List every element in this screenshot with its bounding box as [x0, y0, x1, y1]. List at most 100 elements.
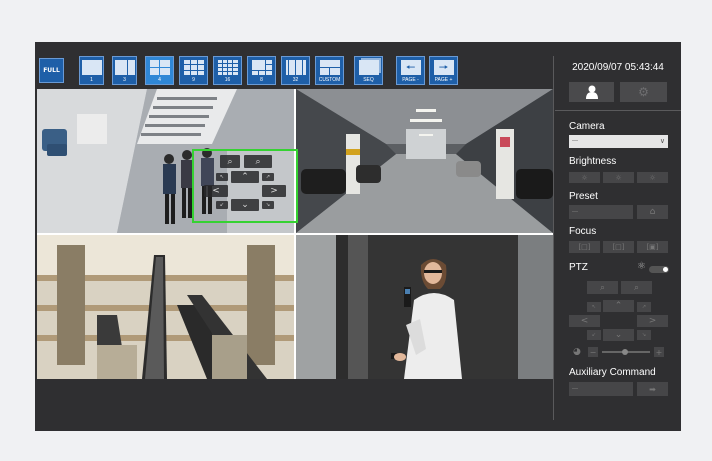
preset-field[interactable]: --- — [569, 205, 633, 219]
sequence-button[interactable]: SEQ — [354, 56, 383, 85]
focus-near-button[interactable]: [□] — [569, 241, 600, 253]
ptz-up-right-button[interactable]: ↗ — [637, 302, 651, 312]
layout-custom-icon — [319, 60, 340, 75]
page-prev-button[interactable]: 🠔 PAGE - — [396, 56, 425, 85]
video-grid: ⌕ ⌕ ↖ ⌃ ↗ < > ↙ ⌄ ↘ — [37, 89, 553, 379]
ptz-zoom-in-button[interactable]: ⌕ — [621, 281, 652, 294]
layout-custom-label: CUSTOM — [318, 77, 341, 83]
brightness-normal-button[interactable]: ☼ — [603, 172, 634, 183]
preset-value: --- — [572, 209, 578, 215]
camera-select[interactable]: --- ∨ — [569, 135, 668, 148]
ptz-up-left-button[interactable]: ↖ — [587, 302, 601, 312]
camera-title: Camera — [569, 121, 605, 132]
layout-1-icon — [81, 60, 102, 75]
preset-title: Preset — [569, 191, 598, 202]
sun-icon: ☼ — [615, 173, 622, 182]
layout-1-label: 1 — [90, 77, 93, 83]
focus-title: Focus — [569, 226, 597, 237]
minus-icon: − — [589, 347, 597, 357]
aux-command-field[interactable]: --- — [569, 382, 633, 396]
zoom-out-icon: ⌕ — [227, 156, 233, 167]
ptz-zoom-out-button[interactable]: ⌕ — [587, 281, 618, 294]
layout-custom-button[interactable]: CUSTOM — [315, 56, 344, 85]
overlay-pan-up-button[interactable]: ⌃ — [231, 171, 259, 183]
sun-large-icon: ☼ — [649, 173, 656, 182]
ptz-up-button[interactable]: ⌃ — [603, 300, 634, 312]
focus-auto-button[interactable]: [▣] — [637, 241, 668, 253]
ptz-mode-toggle[interactable] — [649, 266, 669, 273]
layout-3-label: 3 — [123, 77, 126, 83]
ptz-down-right-button[interactable]: ↘ — [637, 330, 651, 340]
overlay-pan-right-button[interactable]: > — [262, 185, 286, 197]
focus-far-icon: [□] — [612, 243, 625, 251]
page-next-button[interactable]: 🠖 PAGE + — [429, 56, 458, 85]
speed-increase-button[interactable]: + — [654, 347, 664, 357]
layout-8-button[interactable]: 8 — [247, 56, 276, 85]
layout-32-label: 32 — [292, 77, 299, 83]
page-prev-label: PAGE - — [402, 77, 419, 83]
arrow-down-left-icon: ↙ — [591, 332, 597, 338]
overlay-pan-down-right-button[interactable]: ↘ — [262, 201, 274, 209]
layout-16-icon — [217, 60, 238, 75]
layout-4-label: 4 — [158, 77, 161, 83]
user-button[interactable] — [569, 82, 614, 102]
layout-4-button[interactable]: 4 — [145, 56, 174, 85]
page-next-label: PAGE + — [434, 77, 453, 83]
layout-32-icon — [285, 60, 306, 75]
layout-16-button[interactable]: 16 — [213, 56, 242, 85]
send-icon: ➡ — [649, 384, 656, 394]
chevron-left-icon: < — [212, 186, 220, 196]
chevron-right-icon: > — [270, 186, 278, 196]
ptz-down-button[interactable]: ⌄ — [603, 329, 634, 341]
sequence-icon — [358, 60, 379, 75]
brightness-decrease-button[interactable]: ☼ — [569, 172, 600, 183]
camera-view-2[interactable] — [296, 89, 553, 233]
overlay-pan-left-button[interactable]: < — [204, 185, 228, 197]
layout-16-label: 16 — [224, 77, 231, 83]
ptz-left-button[interactable]: < — [569, 315, 600, 327]
overlay-zoom-in-button[interactable]: ⌕ — [244, 155, 272, 168]
camera-view-3[interactable] — [37, 235, 294, 379]
layout-1-button[interactable]: 1 — [79, 56, 104, 85]
chevron-down-icon: ∨ — [659, 138, 665, 145]
full-label: FULL — [43, 67, 60, 74]
overlay-pan-up-left-button[interactable]: ↖ — [216, 173, 228, 181]
zoom-in-icon: ⌕ — [633, 282, 640, 293]
preset-home-button[interactable]: ⌂ — [637, 205, 668, 219]
speed-slider[interactable] — [602, 349, 650, 355]
layout-3-icon — [114, 60, 135, 75]
arrow-up-left-icon: ↖ — [219, 174, 225, 180]
layout-3-button[interactable]: 3 — [112, 56, 137, 85]
gear-icon: ⚙ — [638, 85, 649, 99]
overlay-pan-down-button[interactable]: ⌄ — [231, 199, 259, 211]
brightness-increase-button[interactable]: ☼ — [637, 172, 668, 183]
zoom-out-icon: ⌕ — [599, 282, 606, 293]
speed-decrease-button[interactable]: − — [588, 347, 598, 357]
aux-title: Auxiliary Command — [569, 367, 656, 378]
ptz-overlay-control: ⌕ ⌕ ↖ ⌃ ↗ < > ↙ ⌄ ↘ — [192, 149, 298, 223]
layout-9-button[interactable]: 9 — [179, 56, 208, 85]
layout-8-label: 8 — [260, 77, 263, 83]
settings-button[interactable]: ⚙ — [620, 82, 667, 102]
chevron-right-icon: > — [648, 316, 657, 326]
sequence-label: SEQ — [363, 77, 374, 83]
overlay-zoom-out-button[interactable]: ⌕ — [220, 155, 240, 168]
zoom-in-icon: ⌕ — [255, 156, 261, 167]
chevron-down-icon: ⌄ — [614, 330, 623, 340]
overlay-pan-down-left-button[interactable]: ↙ — [216, 201, 228, 209]
ptz-right-button[interactable]: > — [637, 315, 668, 327]
focus-far-button[interactable]: [□] — [603, 241, 634, 253]
arrow-up-left-icon: ↖ — [591, 304, 597, 310]
layout-9-icon — [183, 60, 204, 75]
aux-send-button[interactable]: ➡ — [637, 382, 668, 396]
ptz-down-left-button[interactable]: ↙ — [587, 330, 601, 340]
joystick-icon: ⚛ — [637, 261, 646, 272]
ptz-title: PTZ — [569, 262, 588, 273]
overlay-pan-up-right-button[interactable]: ↗ — [262, 173, 274, 181]
camera-view-4[interactable] — [296, 235, 553, 379]
chevron-up-icon: ⌃ — [241, 172, 249, 182]
layout-32-button[interactable]: 32 — [281, 56, 310, 85]
aux-command-value: --- — [572, 386, 578, 392]
full-screen-button[interactable]: FULL — [39, 58, 64, 83]
speed-slider-thumb[interactable] — [622, 349, 628, 355]
